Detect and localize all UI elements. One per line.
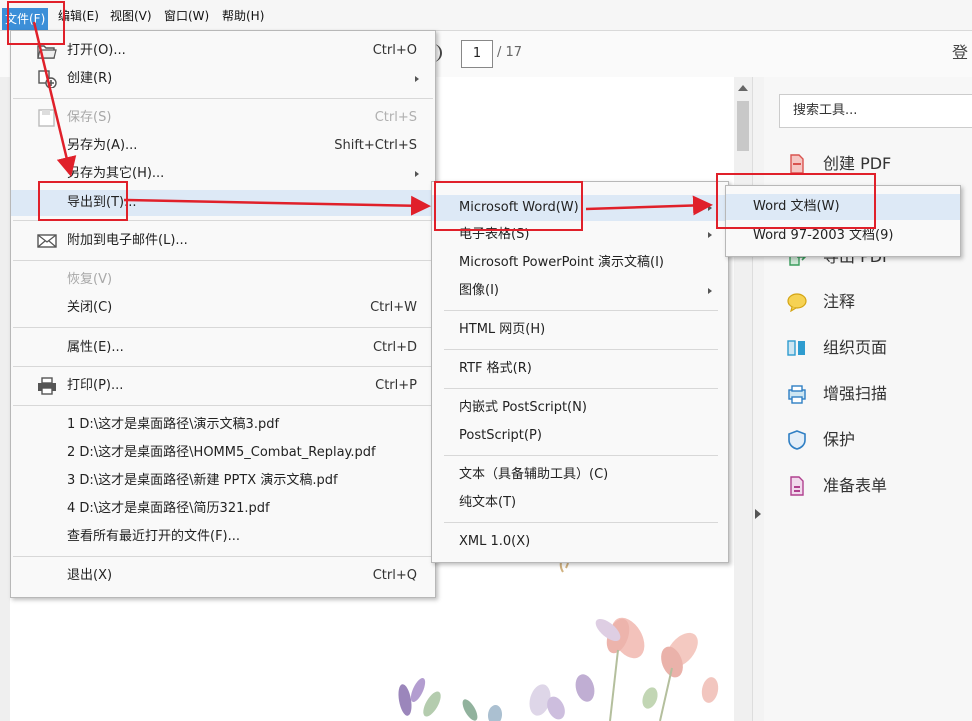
create-doc-icon: [38, 70, 57, 88]
printer-icon: [38, 377, 56, 395]
tool-label: 准备表单: [823, 476, 888, 495]
submenu-arrow-icon: [708, 288, 712, 294]
scroll-up-icon[interactable]: [738, 85, 748, 91]
create-pdf-icon: [790, 154, 804, 174]
submenu-arrow-icon: [415, 200, 419, 206]
tool-label: 增强扫描: [823, 384, 888, 403]
collapse-arrow-icon[interactable]: [755, 509, 761, 519]
file-menu: 打开(O)... Ctrl+O 创建(R) 保存(S) Ctrl+S 另存为(A).…: [10, 30, 436, 598]
menu-item-recent-3[interactable]: 3 D:\这才是桌面路径\新建 PPTX 演示文稿.pdf: [11, 469, 435, 493]
submenu-arrow-icon: [415, 76, 419, 82]
menu-item-recent-2[interactable]: 2 D:\这才是桌面路径\HOMM5_Combat_Replay.pdf: [11, 441, 435, 465]
comment-icon: [787, 293, 807, 312]
export-submenu: Microsoft Word(W) 电子表格(S) Microsoft Powe…: [431, 181, 729, 563]
menu-item-open[interactable]: 打开(O)... Ctrl+O: [11, 39, 435, 63]
save-icon: [38, 109, 55, 127]
menu-item-print[interactable]: 打印(P)... Ctrl+P: [11, 374, 435, 398]
form-icon: [790, 476, 804, 496]
scroll-thumb[interactable]: [737, 101, 749, 151]
menu-separator: [444, 388, 718, 389]
menu-item-recent-1[interactable]: 1 D:\这才是桌面路径\演示文稿3.pdf: [11, 413, 435, 437]
shield-icon: [788, 430, 806, 450]
submenu-arrow-icon: [708, 205, 712, 211]
annotation-box-word-doc: [716, 173, 876, 229]
menu-item-xml[interactable]: XML 1.0(X): [432, 530, 728, 554]
menu-item-plain-text[interactable]: 纯文本(T): [432, 491, 728, 515]
left-strip: [0, 77, 10, 721]
menu-item-image[interactable]: 图像(I): [432, 279, 728, 303]
menu-separator: [13, 327, 433, 328]
menu-separator: [444, 455, 718, 456]
tool-label: 保护: [823, 430, 856, 449]
submenu-arrow-icon: [708, 232, 712, 238]
menu-separator: [444, 310, 718, 311]
menu-item-properties[interactable]: 属性(E)... Ctrl+D: [11, 336, 435, 360]
menu-bar: 文件(F) 编辑(E) 视图(V) 窗口(W) 帮助(H): [0, 0, 972, 31]
login-link[interactable]: 登: [952, 40, 968, 66]
menu-separator: [13, 556, 433, 557]
menu-item-create[interactable]: 创建(R): [11, 67, 435, 91]
page-number-input[interactable]: 1: [461, 40, 493, 68]
menu-item-view-all-recent[interactable]: 查看所有最近打开的文件(F)...: [11, 525, 435, 549]
menu-item-recent-4[interactable]: 4 D:\这才是桌面路径\简历321.pdf: [11, 497, 435, 521]
menu-separator: [444, 522, 718, 523]
menu-item-postscript[interactable]: PostScript(P): [432, 424, 728, 448]
menu-separator: [13, 98, 433, 99]
menu-help[interactable]: 帮助(H): [219, 6, 267, 26]
menu-item-embedded-postscript[interactable]: 内嵌式 PostScript(N): [432, 396, 728, 420]
menu-item-revert: 恢复(V): [67, 272, 113, 287]
menu-separator: [444, 349, 718, 350]
page-total: / 17: [497, 45, 523, 60]
menu-separator: [13, 405, 433, 406]
annotation-box-file: [7, 1, 65, 45]
menu-item-rtf[interactable]: RTF 格式(R): [432, 357, 728, 381]
menu-separator: [13, 366, 433, 367]
menu-item-text-accessible[interactable]: 文本（具备辅助工具）(C): [432, 463, 728, 487]
organize-pages-icon: [787, 340, 805, 356]
menu-item-attach-email[interactable]: 附加到电子邮件(L)...: [11, 229, 435, 253]
menu-item-close[interactable]: 关闭(C) Ctrl+W: [11, 296, 435, 320]
search-tools-input[interactable]: 搜索工具...: [779, 94, 972, 128]
menu-item-powerpoint[interactable]: Microsoft PowerPoint 演示文稿(I): [432, 251, 728, 275]
menu-window[interactable]: 窗口(W): [161, 6, 212, 26]
annotation-box-export: [38, 181, 128, 221]
enhance-scan-icon: [788, 385, 806, 404]
menu-item-exit[interactable]: 退出(X) Ctrl+Q: [11, 564, 435, 588]
menu-item-save: 保存(S) Ctrl+S: [11, 106, 435, 130]
menu-separator: [13, 260, 433, 261]
tool-label: 注释: [823, 292, 856, 311]
envelope-icon: [37, 234, 57, 248]
submenu-arrow-icon: [415, 171, 419, 177]
menu-view[interactable]: 视图(V): [107, 6, 155, 26]
tool-label: 组织页面: [823, 338, 888, 357]
annotation-box-word: [434, 181, 583, 231]
menu-item-save-as[interactable]: 另存为(A)... Shift+Ctrl+S: [11, 134, 435, 158]
menu-item-html[interactable]: HTML 网页(H): [432, 318, 728, 342]
